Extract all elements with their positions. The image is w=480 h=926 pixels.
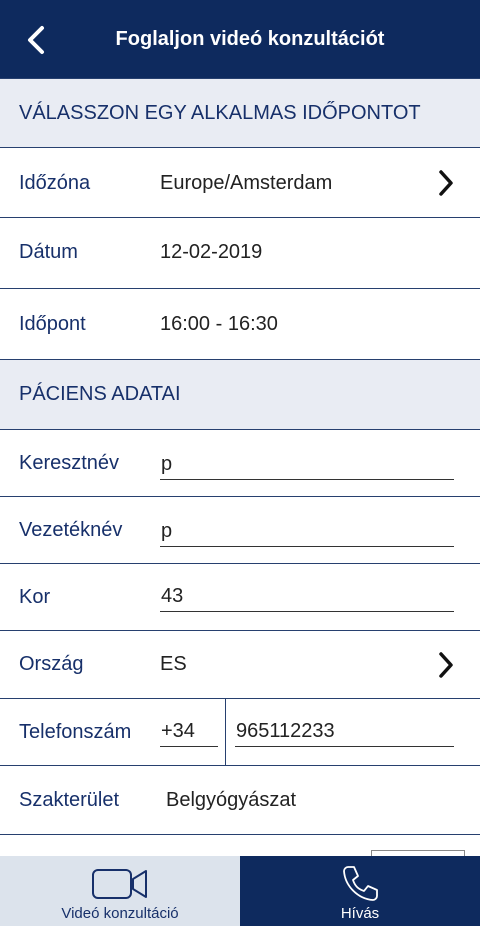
video-camera-icon [92,869,147,899]
first-name-row: Keresztnév [0,430,480,497]
tab-video-label: Videó konzultáció [61,905,179,922]
country-value: ES [160,653,187,675]
timezone-row[interactable]: Időzóna Europe/Amsterdam [0,148,480,218]
section-title-time: VÁLASSZON EGY ALKALMAS IDŐPONTOT [19,101,421,124]
country-row[interactable]: Ország ES [0,631,480,699]
chevron-right-icon[interactable] [436,651,456,679]
phone-label: Telefonszám [19,721,132,743]
chevron-left-icon [28,26,44,54]
last-name-label: Vezetéknév [19,519,123,541]
page-title: Foglaljon videó konzultációt [115,27,385,50]
timezone-value: Europe/Amsterdam [160,172,333,194]
section-header-patient: PÁCIENS ADATAI [0,359,480,430]
time-label: Időpont [19,313,86,335]
age-label: Kor [19,586,51,608]
first-name-label: Keresztnév [19,452,120,474]
tab-call[interactable]: Hívás [240,856,480,926]
specialty-row[interactable]: Szakterület Belgyógyászat [0,766,480,835]
partial-next-row [0,835,480,858]
tab-video-consultation[interactable]: Videó konzultáció [0,856,240,926]
section-title-patient: PÁCIENS ADATAI [19,383,181,405]
last-name-row: Vezetéknév [0,497,480,564]
country-label: Ország [19,653,84,675]
phone-row: Telefonszám [0,699,480,766]
top-bar: Foglaljon videó konzultációt [0,0,480,78]
age-row: Kor [0,564,480,631]
first-name-input[interactable] [160,450,454,480]
last-name-input[interactable] [160,517,454,547]
section-header-time: VÁLASSZON EGY ALKALMAS IDŐPONTOT [0,78,480,148]
age-input[interactable] [160,582,454,612]
bottom-tab-bar: Videó konzultáció Hívás [0,856,480,926]
date-value: 12-02-2019 [160,241,263,263]
specialty-label: Szakterület [19,789,120,811]
phone-icon [343,866,378,901]
chevron-right-icon[interactable] [436,169,456,197]
phone-prefix-input[interactable] [160,717,218,747]
specialty-value: Belgyógyászat [166,789,297,811]
date-row[interactable]: Dátum 12-02-2019 [0,218,480,289]
time-row[interactable]: Időpont 16:00 - 16:30 [0,289,480,360]
phone-divider [225,699,226,765]
phone-number-input[interactable] [235,717,454,747]
tab-call-label: Hívás [340,905,380,922]
timezone-label: Időzóna [19,172,91,194]
date-label: Dátum [19,241,78,263]
back-button[interactable] [18,22,54,58]
time-value: 16:00 - 16:30 [160,313,278,335]
